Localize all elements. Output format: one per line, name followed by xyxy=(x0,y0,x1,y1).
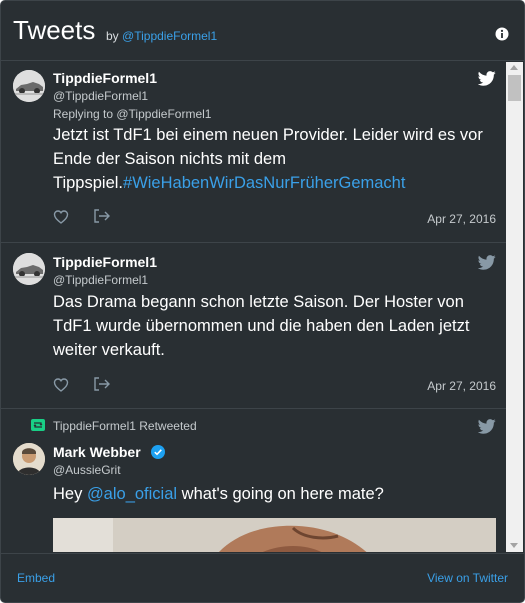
retweet-icon xyxy=(31,419,45,431)
tweet-text: Jetzt ist TdF1 bei einem neuen Provider.… xyxy=(53,123,499,195)
timeline-scrollbar[interactable] xyxy=(506,62,523,552)
tweet-date[interactable]: Apr 27, 2016 xyxy=(427,212,496,226)
scroll-thumb[interactable] xyxy=(508,75,521,101)
avatar[interactable] xyxy=(13,443,45,475)
heart-icon[interactable] xyxy=(53,377,69,393)
author-handle[interactable]: @AussieGrit xyxy=(53,463,121,477)
info-icon[interactable] xyxy=(495,27,509,41)
verified-icon xyxy=(151,445,165,459)
author-name[interactable]: Mark Webber xyxy=(53,444,141,460)
timeline-header: Tweets by @TippdieFormel1 xyxy=(1,1,524,61)
author-handle[interactable]: @TippdieFormel1 xyxy=(53,273,148,287)
author-handle[interactable]: @TippdieFormel1 xyxy=(53,89,148,103)
twitter-bird-icon[interactable] xyxy=(478,419,496,434)
by-label: by xyxy=(106,29,119,43)
tweet-text: Hey @alo_oficial what's going on here ma… xyxy=(53,482,499,506)
tweet-media-photo[interactable] xyxy=(53,518,496,552)
avatar[interactable] xyxy=(13,70,45,102)
heart-icon[interactable] xyxy=(53,209,69,225)
avatar[interactable] xyxy=(13,253,45,285)
reply-context[interactable]: Replying to @TippdieFormel1 xyxy=(53,107,211,121)
tweet-text: Das Drama begann schon letzte Saison. De… xyxy=(53,293,470,359)
timeline-footer: Embed View on Twitter xyxy=(1,553,524,602)
share-icon[interactable] xyxy=(93,376,111,392)
author-name[interactable]: TippdieFormel1 xyxy=(53,70,157,86)
author-name[interactable]: TippdieFormel1 xyxy=(53,254,157,270)
mention-link[interactable]: @alo_oficial xyxy=(87,485,177,503)
twitter-bird-icon[interactable] xyxy=(478,71,496,86)
twitter-timeline-widget: Tweets by @TippdieFormel1 TippdieFormel1… xyxy=(0,0,525,603)
tweet-date[interactable]: Apr 27, 2016 xyxy=(427,379,496,393)
retweeted-by-label[interactable]: TippdieFormel1 Retweeted xyxy=(53,419,197,433)
avatar-car-image xyxy=(13,253,45,285)
tweet-list[interactable]: TippdieFormel1 @TippdieFormel1 Replying … xyxy=(1,62,506,552)
tweet-body-end: what's going on here mate? xyxy=(177,485,384,503)
tweet-item[interactable]: TippdieFormel1 Retweeted Mark Webber @Au… xyxy=(1,409,506,552)
by-handle-link[interactable]: @TippdieFormel1 xyxy=(122,29,217,43)
avatar-portrait-image xyxy=(13,443,45,475)
scroll-down-arrow-icon[interactable] xyxy=(510,543,518,548)
embed-link[interactable]: Embed xyxy=(17,571,55,585)
tweet-item[interactable]: TippdieFormel1 @TippdieFormel1 Replying … xyxy=(1,62,506,243)
hashtag-link[interactable]: #WieHabenWirDasNurFrüherGemacht xyxy=(123,174,405,192)
header-byline: by @TippdieFormel1 xyxy=(106,29,217,43)
tweet-body-start: Hey xyxy=(53,485,87,503)
media-image xyxy=(53,518,496,552)
header-title: Tweets xyxy=(13,15,96,45)
share-icon[interactable] xyxy=(93,208,111,224)
tweet-item[interactable]: TippdieFormel1 @TippdieFormel1 Das Drama… xyxy=(1,243,506,409)
view-on-twitter-link[interactable]: View on Twitter xyxy=(427,571,508,585)
twitter-bird-icon[interactable] xyxy=(478,255,496,270)
avatar-car-image xyxy=(13,70,45,102)
scroll-up-arrow-icon[interactable] xyxy=(510,65,518,70)
